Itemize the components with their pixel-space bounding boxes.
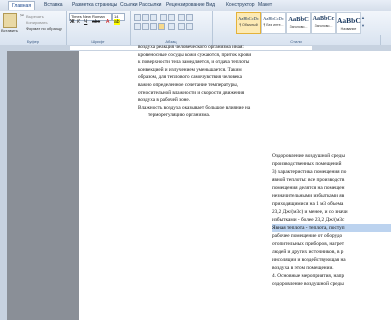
style-name: ¶ Обычный [239, 23, 258, 27]
style-heading-1[interactable]: AaBbC Заголово... [286, 12, 311, 34]
text-line: отопительных приборов, нагрет [272, 241, 345, 247]
text-line: людей и других источников, в р [272, 249, 344, 255]
decrease-indent-icon[interactable] [160, 14, 167, 21]
tab-design[interactable]: Конструктор [226, 2, 255, 8]
line-spacing-icon[interactable] [168, 23, 175, 30]
font-group: Times New Roman 14 Ж К Ч abc А ab Шрифт [66, 11, 131, 45]
tab-view[interactable]: Вид [206, 2, 215, 8]
style-sample: AaBbC [337, 16, 361, 25]
bold-button[interactable]: Ж [70, 19, 75, 25]
page-text-lower: Оздоровление воздушной среды производств… [272, 152, 391, 288]
text-line: рабочее помещение от оборудо [272, 233, 343, 239]
justify-icon[interactable] [158, 23, 165, 30]
styles-scroll-up-icon[interactable]: ▲ [361, 15, 365, 20]
style-title[interactable]: AaBbC Название [336, 12, 361, 34]
text-line: терморегуляцию организма. [148, 112, 211, 119]
text-line: 23,2 Дж/(м3с) и менее, и со значи [272, 209, 348, 215]
text-line: инсоляции и воздействующая на [272, 257, 346, 263]
styles-group: AaBbCcDc ¶ Обычный AaBbCcDc ¶ Без инте..… [212, 11, 380, 45]
text-line: воздуха реакция человеческого организма … [138, 44, 244, 50]
style-no-spacing[interactable]: AaBbCcDc ¶ Без инте... [261, 12, 286, 34]
text-line: избытками - более 23,2 Дж/(м3с [272, 217, 345, 223]
text-line: явной теплоты: все производств [272, 177, 345, 183]
style-sample: AaBbCcDc [263, 16, 284, 21]
tab-insert[interactable]: Вставка [44, 2, 63, 8]
text-line: оздоровление воздушной среды [272, 281, 344, 287]
tab-mailings[interactable]: Рассылки [139, 2, 161, 8]
style-name: Название [340, 27, 357, 31]
borders-icon[interactable] [186, 23, 193, 30]
style-name: Заголово... [289, 25, 308, 29]
text-line: незначительными избытками яв [272, 193, 345, 199]
highlight-button[interactable]: ab [114, 19, 120, 25]
text-line: приходящимися на 1 м3 объема [272, 201, 344, 207]
bullets-icon[interactable] [134, 14, 141, 21]
format-painter-button[interactable]: Формат по образцу [26, 26, 62, 31]
shading-icon[interactable] [178, 23, 185, 30]
pilcrow-icon[interactable] [186, 14, 193, 21]
cut-button[interactable]: Вырезать [26, 14, 44, 19]
style-heading-2[interactable]: AaBbCc Заголово... [311, 12, 336, 34]
text-line: Оздоровление воздушной среды [272, 153, 345, 159]
numbering-icon[interactable] [142, 14, 149, 21]
align-center-icon[interactable] [142, 23, 149, 30]
tab-references[interactable]: Ссылки [120, 2, 138, 8]
text-line: помещения делятся на помещен [272, 185, 345, 191]
italic-button[interactable]: К [77, 19, 80, 25]
copy-button[interactable]: Копировать [26, 20, 48, 25]
multilevel-list-icon[interactable] [150, 14, 157, 21]
style-sample: AaBbCcDc [238, 16, 259, 21]
align-left-icon[interactable] [134, 23, 141, 30]
tab-layout[interactable]: Макет [258, 2, 272, 8]
clipboard-group: Вставить ✂ Вырезать Копировать Формат по… [0, 11, 67, 45]
styles-scroll-down-icon[interactable]: ▼ [361, 23, 365, 28]
text-line: образом, для теплового самочувствия чело… [138, 74, 242, 81]
ribbon: Вставить ✂ Вырезать Копировать Формат по… [0, 11, 391, 49]
style-name: ¶ Без инте... [263, 23, 284, 27]
text-line: 4. Основные мероприятия, напр [272, 273, 345, 279]
tab-home[interactable]: Главная [8, 1, 36, 10]
text-line: важно определенное сочетание температуры… [138, 81, 239, 88]
paste-button[interactable]: Вставить [1, 28, 18, 33]
clipboard-label: Буфер [26, 39, 40, 44]
sort-icon[interactable] [178, 14, 185, 21]
font-color-button[interactable]: А [106, 19, 109, 25]
style-sample: AaBbC [288, 16, 309, 23]
text-line: кровеносные сосуды кожи сужаются, приток… [138, 51, 252, 58]
style-name: Заголово... [314, 24, 333, 28]
text-line: к поверхности тела замедляется, и отдача… [138, 59, 250, 66]
increase-indent-icon[interactable] [168, 14, 175, 21]
style-sample: AaBbCc [312, 16, 335, 22]
underline-button[interactable]: Ч [84, 19, 87, 25]
paste-icon[interactable] [3, 13, 17, 28]
tab-page-layout[interactable]: Разметка страницы [72, 2, 117, 8]
scissors-icon: ✂ [20, 13, 25, 19]
page-text-upper: воздуха реакция человеческого организма … [138, 44, 270, 120]
align-right-icon[interactable] [150, 23, 157, 30]
tab-review[interactable]: Рецензирование [166, 2, 205, 8]
paragraph-group: Абзац [130, 11, 213, 45]
style-normal[interactable]: AaBbCcDc ¶ Обычный [236, 12, 261, 34]
text-line: производственных помещений [272, 161, 342, 167]
text-line: Влажность воздуха оказывает большое влия… [138, 104, 251, 111]
text-line: воздуха в рабочей зоне. [138, 97, 191, 104]
selected-text-line: Явная теплота - теплота, поступ [272, 224, 391, 232]
strikethrough-button[interactable]: abc [92, 19, 100, 25]
text-line: воздуха в этом помещении. [272, 265, 334, 271]
text-line: 3) характеристика помещения по [272, 169, 347, 175]
font-label: Шрифт [91, 39, 105, 44]
